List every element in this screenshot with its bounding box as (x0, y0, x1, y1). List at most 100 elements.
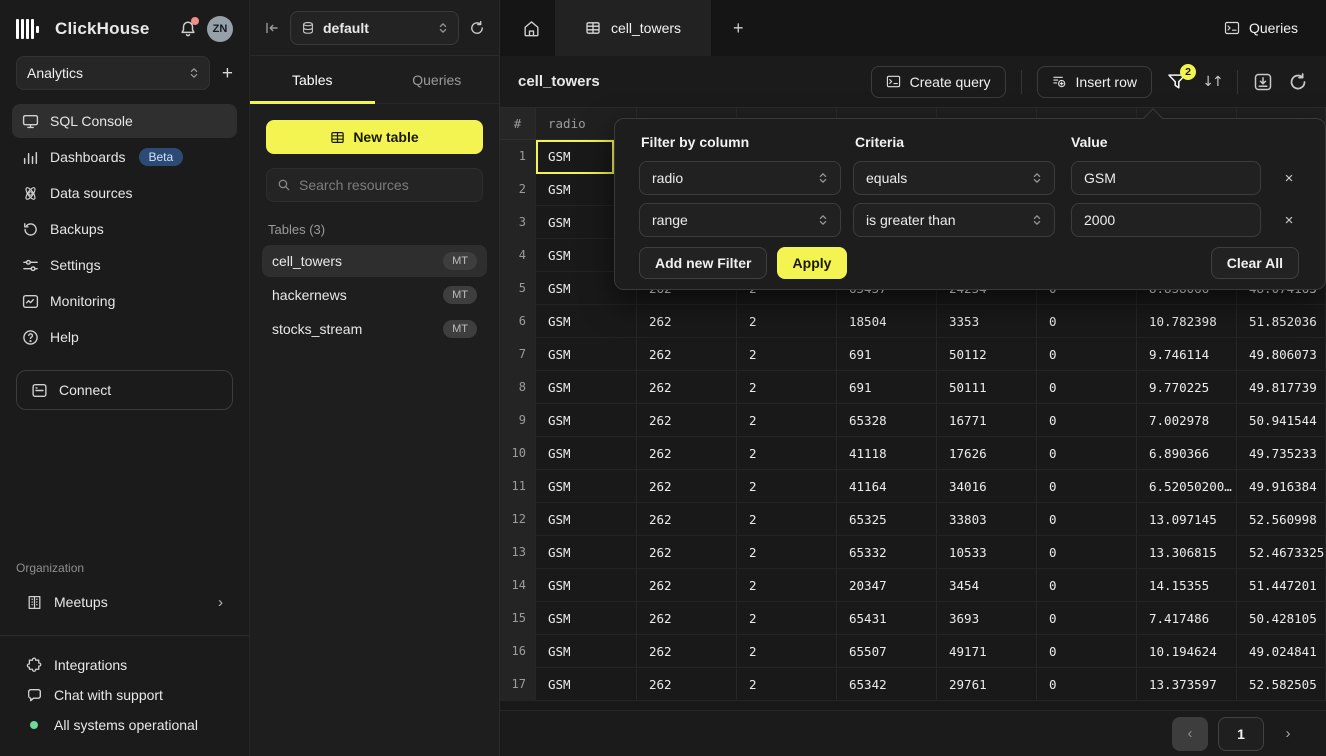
table-cell[interactable]: 262 (637, 404, 737, 437)
table-cell[interactable]: 29761 (937, 668, 1037, 701)
table-cell[interactable]: 50.941544 (1237, 404, 1326, 437)
table-cell[interactable]: 65328 (837, 404, 937, 437)
table-cell[interactable]: 9.770225 (1137, 371, 1237, 404)
table-cell[interactable]: 262 (637, 437, 737, 470)
table-cell[interactable]: 34016 (937, 470, 1037, 503)
filter-value-input[interactable] (1071, 203, 1261, 237)
refresh-icon[interactable] (469, 20, 485, 36)
table-cell[interactable]: 262 (637, 536, 737, 569)
table-cell[interactable]: 49.916384 (1237, 470, 1326, 503)
collapse-panel-icon[interactable] (264, 20, 280, 36)
table-cell[interactable]: 52.4673325 (1237, 536, 1326, 569)
table-cell[interactable]: 50112 (937, 338, 1037, 371)
table-cell[interactable]: GSM (536, 404, 637, 437)
table-cell[interactable]: 2 (737, 371, 837, 404)
table-cell[interactable]: GSM (536, 602, 637, 635)
table-cell[interactable]: 2 (737, 668, 837, 701)
table-cell[interactable]: 2 (737, 404, 837, 437)
refresh-button[interactable] (1288, 72, 1308, 92)
sidebar-item-meetups[interactable]: Meetups › (0, 585, 249, 619)
filter-column-select[interactable]: range (639, 203, 841, 237)
table-cell[interactable]: GSM (536, 668, 637, 701)
filter-button[interactable]: 2 (1167, 72, 1187, 92)
table-cell[interactable]: 691 (837, 371, 937, 404)
table-cell[interactable]: 0 (1037, 404, 1137, 437)
table-cell[interactable]: 33803 (937, 503, 1037, 536)
filter-criteria-select[interactable]: is greater than (853, 203, 1055, 237)
table-cell[interactable]: 262 (637, 371, 737, 404)
table-cell[interactable]: 2 (737, 305, 837, 338)
sidebar-item-help[interactable]: Help (12, 320, 237, 354)
table-cell[interactable]: 10.782398 (1137, 305, 1237, 338)
remove-filter-icon[interactable]: × (1277, 208, 1301, 232)
table-cell[interactable]: 0 (1037, 602, 1137, 635)
new-tab-button[interactable]: + (733, 18, 744, 39)
table-cell[interactable]: 0 (1037, 569, 1137, 602)
table-cell[interactable]: 0 (1037, 437, 1137, 470)
table-cell[interactable]: 20347 (837, 569, 937, 602)
table-cell[interactable]: 262 (637, 503, 737, 536)
table-cell[interactable]: 0 (1037, 470, 1137, 503)
table-cell[interactable]: 2 (737, 635, 837, 668)
system-status[interactable]: All systems operational (0, 710, 249, 740)
home-icon[interactable] (522, 19, 541, 38)
tab-tables[interactable]: Tables (250, 56, 375, 103)
table-cell[interactable]: 49.735233 (1237, 437, 1326, 470)
table-cell[interactable]: 49.806073 (1237, 338, 1326, 371)
workspace-tab-cell-towers[interactable]: cell_towers (555, 0, 711, 56)
table-cell[interactable]: 13.373597 (1137, 668, 1237, 701)
notifications-bell-icon[interactable] (179, 20, 197, 38)
table-cell[interactable]: 7.002978 (1137, 404, 1237, 437)
table-cell[interactable]: 262 (637, 338, 737, 371)
table-cell[interactable]: GSM (536, 569, 637, 602)
current-page[interactable]: 1 (1218, 717, 1264, 751)
table-cell[interactable]: 2 (737, 338, 837, 371)
table-cell[interactable]: GSM (536, 503, 637, 536)
add-workspace-button[interactable]: + (222, 64, 233, 83)
table-list-item-hackernews[interactable]: hackernews MT (262, 279, 487, 311)
insert-row-button[interactable]: Insert row (1037, 66, 1152, 98)
filter-column-select[interactable]: radio (639, 161, 841, 195)
sidebar-item-sql-console[interactable]: SQL Console (12, 104, 237, 138)
table-cell[interactable]: 51.447201 (1237, 569, 1326, 602)
table-cell[interactable]: 14.15355 (1137, 569, 1237, 602)
table-cell[interactable]: 262 (637, 305, 737, 338)
table-cell[interactable]: 13.097145 (1137, 503, 1237, 536)
table-cell[interactable]: 65507 (837, 635, 937, 668)
filter-value-input[interactable] (1071, 161, 1261, 195)
table-cell[interactable]: 10533 (937, 536, 1037, 569)
table-cell[interactable]: 18504 (837, 305, 937, 338)
prev-page-button[interactable]: ‹ (1172, 717, 1208, 751)
sidebar-item-chat-support[interactable]: Chat with support (0, 680, 249, 710)
table-cell[interactable]: 691 (837, 338, 937, 371)
sidebar-item-backups[interactable]: Backups (12, 212, 237, 246)
table-cell[interactable]: 2 (737, 536, 837, 569)
table-cell[interactable]: 2 (737, 470, 837, 503)
sidebar-item-dashboards[interactable]: Dashboards Beta (12, 140, 237, 174)
table-cell[interactable]: 2 (737, 503, 837, 536)
table-cell[interactable]: 51.852036 (1237, 305, 1326, 338)
table-cell[interactable]: 3693 (937, 602, 1037, 635)
sidebar-item-data-sources[interactable]: Data sources (12, 176, 237, 210)
table-cell[interactable]: 49.817739 (1237, 371, 1326, 404)
filter-criteria-select[interactable]: equals (853, 161, 1055, 195)
table-cell[interactable]: 2 (737, 437, 837, 470)
table-cell[interactable]: 50.428105 (1237, 602, 1326, 635)
table-cell[interactable]: GSM (536, 437, 637, 470)
table-cell[interactable]: 50111 (937, 371, 1037, 404)
table-cell[interactable]: 6.890366 (1137, 437, 1237, 470)
table-cell[interactable]: 3353 (937, 305, 1037, 338)
table-cell[interactable]: 17626 (937, 437, 1037, 470)
table-cell[interactable]: 52.582505 (1237, 668, 1326, 701)
download-button[interactable] (1253, 72, 1273, 92)
next-page-button[interactable]: › (1274, 717, 1302, 751)
table-cell[interactable]: GSM (536, 470, 637, 503)
table-cell[interactable]: 65431 (837, 602, 937, 635)
add-filter-button[interactable]: Add new Filter (639, 247, 767, 279)
table-list-item-cell-towers[interactable]: cell_towers MT (262, 245, 487, 277)
table-cell[interactable]: GSM (536, 536, 637, 569)
avatar[interactable]: ZN (207, 16, 233, 42)
table-cell[interactable]: 6.52050200… (1137, 470, 1237, 503)
table-cell[interactable]: 0 (1037, 635, 1137, 668)
table-cell[interactable]: 262 (637, 470, 737, 503)
